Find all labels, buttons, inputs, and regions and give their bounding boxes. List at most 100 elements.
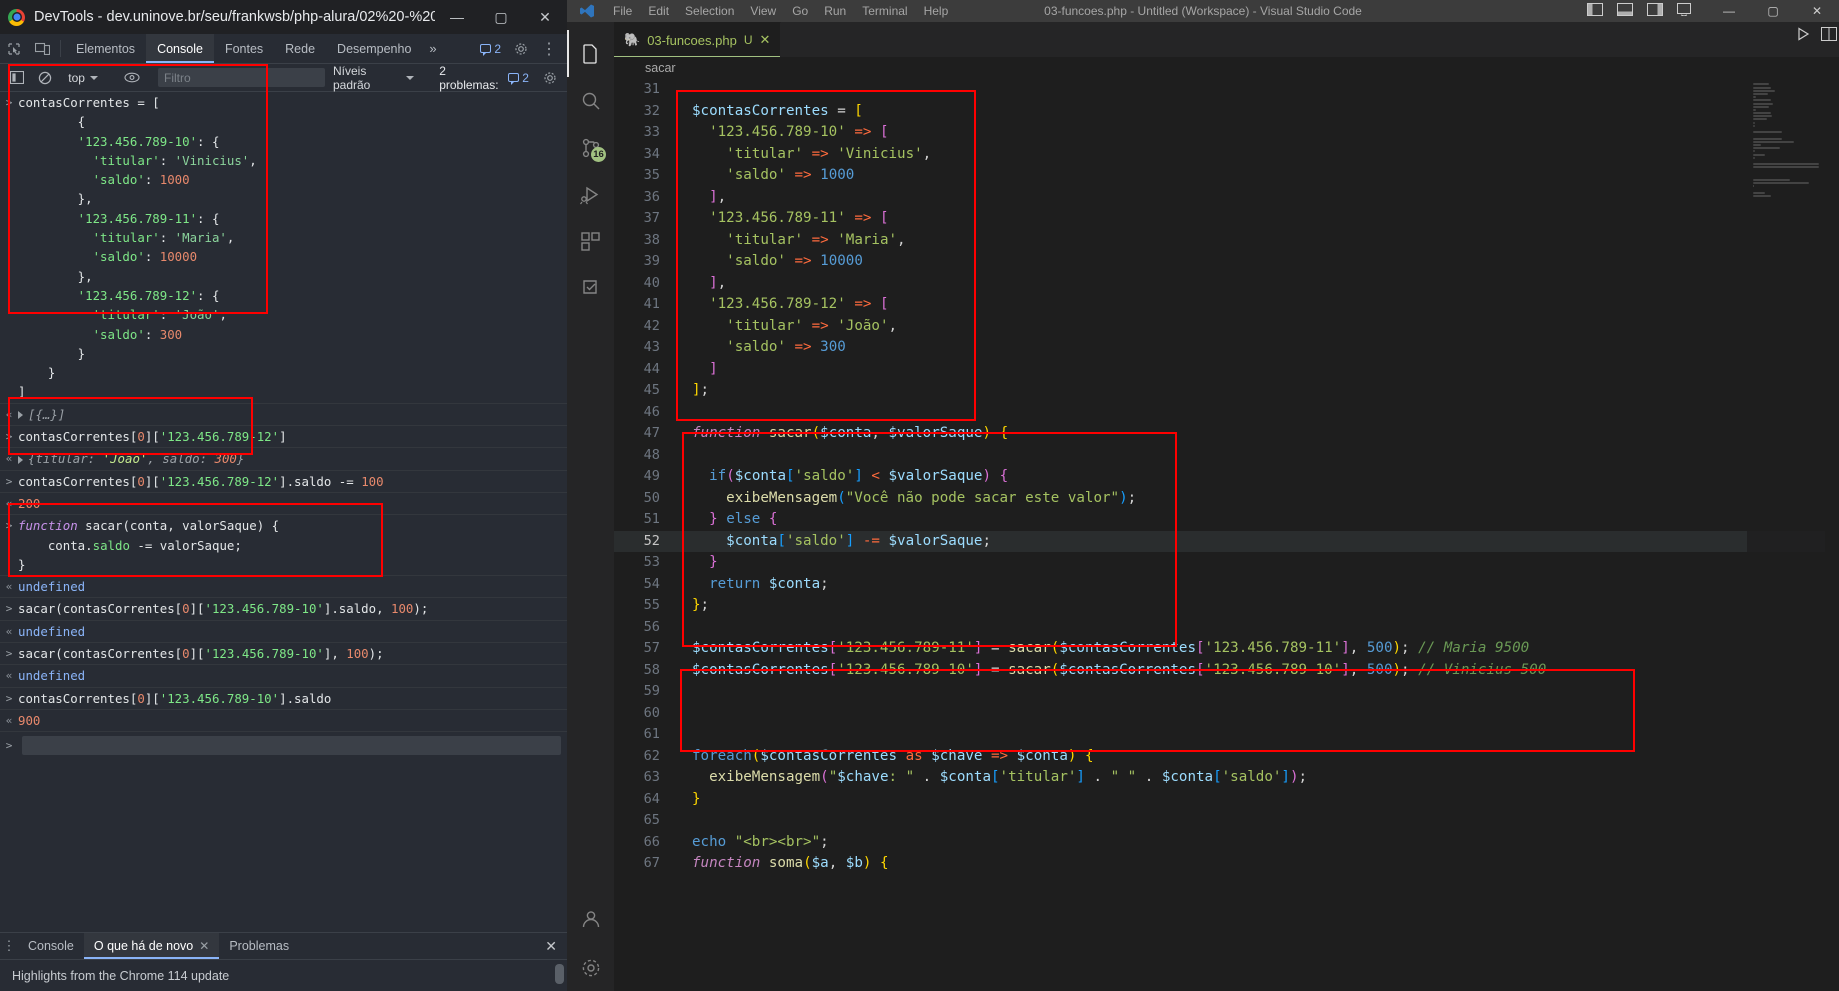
code-line[interactable]: 36 ],: [614, 187, 1839, 209]
console-input-row[interactable]: > sacar(contasCorrentes[0]['123.456.789-1…: [0, 598, 567, 621]
code-line[interactable]: 65: [614, 810, 1839, 832]
code-line[interactable]: 57 $contasCorrentes['123.456.789-11'] = s…: [614, 638, 1839, 660]
device-toolbar-icon[interactable]: [28, 34, 56, 63]
code-line[interactable]: 31: [614, 79, 1839, 101]
panel-bottom-icon[interactable]: [1617, 3, 1633, 19]
console-output-row[interactable]: « 900: [0, 710, 567, 733]
breadcrumb-item-sacar[interactable]: sacar: [645, 61, 676, 75]
menu-view[interactable]: View: [742, 4, 784, 18]
maximize-button[interactable]: ▢: [479, 0, 523, 34]
clear-console-icon[interactable]: [32, 71, 58, 85]
menu-run[interactable]: Run: [816, 4, 854, 18]
code-line[interactable]: 67 function soma($a, $b) {: [614, 853, 1839, 875]
source-control-icon[interactable]: 16: [567, 124, 614, 171]
code-line[interactable]: 47 function sacar($conta, $valorSaque) {: [614, 423, 1839, 445]
tab-rede[interactable]: Rede: [274, 34, 326, 63]
console-settings-gear-icon[interactable]: [537, 71, 563, 85]
close-icon[interactable]: ✕: [759, 32, 770, 48]
code-line[interactable]: 52 $conta['saldo'] -= $valorSaque;: [614, 530, 1839, 552]
search-icon[interactable]: [567, 77, 614, 124]
tab-fontes[interactable]: Fontes: [214, 34, 274, 63]
menu-go[interactable]: Go: [784, 4, 816, 18]
console-input-row[interactable]: > contasCorrentes[0]['123.456.789-10'].sa…: [0, 688, 567, 710]
code-line[interactable]: 41 '123.456.789-12' => [: [614, 294, 1839, 316]
console-output-row[interactable]: « [{…}]: [0, 404, 567, 427]
code-lines[interactable]: 31 32 $contasCorrentes = [33 '123.456.789-…: [614, 79, 1839, 991]
minimize-button[interactable]: —: [435, 0, 479, 34]
drawer-menu-icon[interactable]: ⋮: [0, 933, 18, 959]
code-line[interactable]: 48: [614, 445, 1839, 467]
minimap[interactable]: [1747, 79, 1825, 991]
kebab-menu-icon[interactable]: ⋮: [535, 39, 563, 59]
testing-icon[interactable]: [567, 265, 614, 312]
code-line[interactable]: 43 'saldo' => 300: [614, 337, 1839, 359]
execution-context-select[interactable]: top: [60, 68, 106, 88]
code-line[interactable]: 60: [614, 703, 1839, 725]
live-expression-icon[interactable]: [119, 72, 145, 83]
console-input-row[interactable]: > contasCorrentes[0]['123.456.789-12']: [0, 426, 567, 449]
manage-settings-icon[interactable]: [567, 944, 614, 991]
menu-help[interactable]: Help: [916, 4, 957, 18]
console-prompt-input[interactable]: [22, 736, 561, 756]
close-button[interactable]: ✕: [523, 0, 567, 34]
vscode-close-button[interactable]: ✕: [1795, 0, 1839, 22]
problems-indicator[interactable]: 2 problemas: 2: [433, 64, 535, 92]
drawer-close-icon[interactable]: ✕: [535, 933, 567, 959]
close-icon[interactable]: ✕: [199, 939, 209, 953]
code-line[interactable]: 59: [614, 681, 1839, 703]
code-line[interactable]: 37 '123.456.789-11' => [: [614, 208, 1839, 230]
code-line[interactable]: 61: [614, 724, 1839, 746]
code-line[interactable]: 50 exibeMensagem("Você não pode sacar es…: [614, 488, 1839, 510]
code-line[interactable]: 55};: [614, 595, 1839, 617]
code-editor[interactable]: 31 32 $contasCorrentes = [33 '123.456.789-…: [614, 79, 1839, 991]
drawer-tab-problemas[interactable]: Problemas: [219, 933, 299, 959]
drawer-tab-console[interactable]: Console: [18, 933, 84, 959]
menu-terminal[interactable]: Terminal: [854, 4, 915, 18]
menu-selection[interactable]: Selection: [677, 4, 742, 18]
accounts-icon[interactable]: [567, 897, 614, 944]
console-output-row[interactable]: « undefined: [0, 576, 567, 599]
code-line[interactable]: 66 echo "<br><br>";: [614, 832, 1839, 854]
console-input-row[interactable]: > sacar(contasCorrentes[0]['123.456.789-1…: [0, 643, 567, 666]
code-line[interactable]: 33 '123.456.789-10' => [: [614, 122, 1839, 144]
inspect-element-icon[interactable]: [0, 34, 28, 63]
code-line[interactable]: 45];: [614, 380, 1839, 402]
code-line[interactable]: 42 'titular' => 'João',: [614, 316, 1839, 338]
log-levels-select[interactable]: Níveis padrão: [327, 64, 420, 92]
expand-triangle-icon[interactable]: [18, 455, 23, 464]
code-line[interactable]: 62 foreach($contasCorrentes as $chave => …: [614, 746, 1839, 768]
console-prompt-row[interactable]: >: [0, 732, 567, 759]
code-line[interactable]: 56: [614, 617, 1839, 639]
drawer-tab-whats-new[interactable]: O que há de novo ✕: [83, 933, 220, 959]
code-line[interactable]: 35 'saldo' => 1000: [614, 165, 1839, 187]
extensions-icon[interactable]: [567, 218, 614, 265]
menu-file[interactable]: File: [605, 4, 640, 18]
code-line[interactable]: 38 'titular' => 'Maria',: [614, 230, 1839, 252]
code-line[interactable]: 64}: [614, 789, 1839, 811]
run-and-debug-icon[interactable]: [567, 171, 614, 218]
drawer-scrollbar[interactable]: [555, 964, 564, 984]
console-output-row[interactable]: « undefined: [0, 621, 567, 644]
console-input-row[interactable]: > contasCorrentes[0]['123.456.789-12'].sa…: [0, 471, 567, 493]
tab-elementos[interactable]: Elementos: [65, 34, 146, 63]
panel-left-icon[interactable]: [1587, 3, 1603, 19]
tab-desempenho[interactable]: Desempenho: [326, 34, 422, 63]
gear-icon[interactable]: [507, 42, 535, 56]
customize-layout-icon[interactable]: [1677, 3, 1691, 19]
editor-scrollbar[interactable]: [1825, 79, 1839, 991]
expand-triangle-icon[interactable]: [18, 411, 23, 420]
run-play-icon[interactable]: [1795, 26, 1811, 47]
console-filter-input[interactable]: [157, 68, 325, 87]
console-output-row[interactable]: « {titular: 'João', saldo: 300}: [0, 448, 567, 471]
console-input-row[interactable]: > contasCorrentes = [ { '123.456.789-10':…: [0, 92, 567, 404]
code-line[interactable]: 46: [614, 402, 1839, 424]
more-tabs-icon[interactable]: »: [422, 34, 443, 63]
console-log[interactable]: > contasCorrentes = [ { '123.456.789-10':…: [0, 92, 567, 932]
panel-right-icon[interactable]: [1647, 3, 1663, 19]
console-output-row[interactable]: « 200: [0, 493, 567, 516]
menu-edit[interactable]: Edit: [640, 4, 677, 18]
console-sidebar-icon[interactable]: [4, 71, 30, 84]
message-count-badge[interactable]: 2: [474, 42, 507, 56]
code-line[interactable]: 44 ]: [614, 359, 1839, 381]
explorer-icon[interactable]: [567, 30, 614, 77]
